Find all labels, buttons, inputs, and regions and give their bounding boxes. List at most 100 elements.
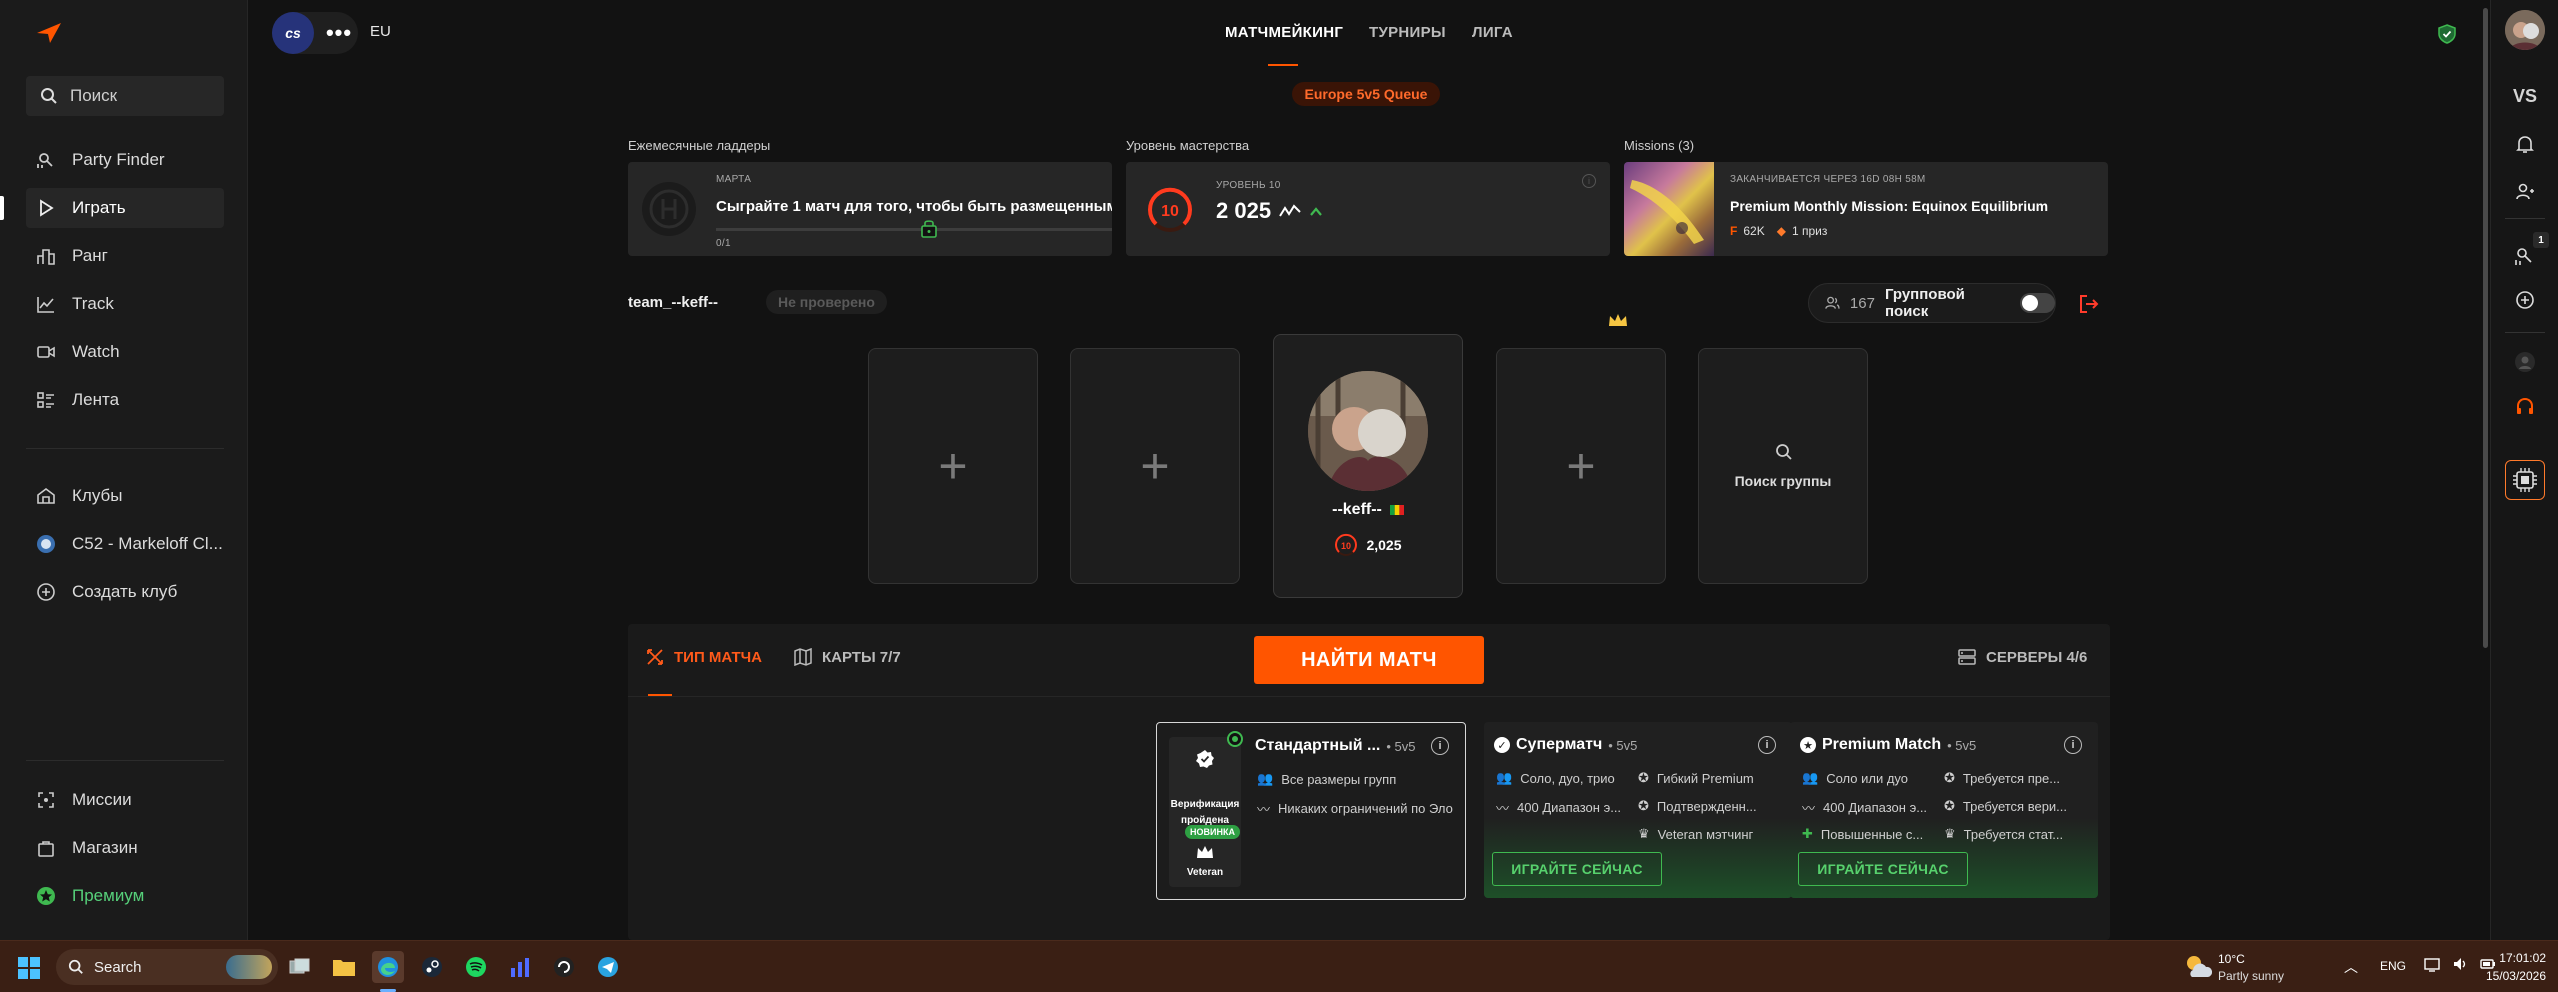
sidebar-item-missions[interactable]: Миссии xyxy=(26,780,224,820)
mode-feature: 〰 400 Диапазон э... xyxy=(1802,798,1927,817)
add-circle-icon[interactable] xyxy=(2491,280,2558,320)
file-explorer-icon[interactable] xyxy=(328,951,360,983)
servers-button[interactable]: СЕРВЕРЫ 4/6 xyxy=(1958,648,2087,666)
play-now-button[interactable]: ИГРАЙТЕ СЕЙЧАС xyxy=(1492,852,1662,886)
sidebar-item-premium[interactable]: Премиум xyxy=(26,876,224,916)
sidebar-item-clubs[interactable]: Клубы xyxy=(26,476,224,516)
sidebar-item-label: Клубы xyxy=(72,486,123,505)
steam-icon[interactable] xyxy=(416,951,448,983)
right-rail: VS 1 xyxy=(2490,0,2558,940)
tab-matchmaking[interactable]: МАТЧМЕЙКИНГ xyxy=(1225,24,1343,41)
track-icon xyxy=(36,294,56,314)
supermatch-icon: ✓ xyxy=(1494,737,1510,753)
mastery-card[interactable]: 10 УРОВЕНЬ 10 2 025 i xyxy=(1126,162,1610,256)
mission-image xyxy=(1624,162,1714,256)
party-slot-empty[interactable]: + xyxy=(1496,348,1666,584)
player-avatar[interactable] xyxy=(1308,371,1428,491)
party-slot-empty[interactable]: + xyxy=(868,348,1038,584)
game-selector[interactable]: cs ••• xyxy=(272,12,358,54)
svg-text:10: 10 xyxy=(1161,203,1179,220)
clock-time[interactable]: 17:01:02 xyxy=(2474,951,2546,965)
veteran-crown-icon xyxy=(1197,846,1213,858)
main-scrollbar[interactable] xyxy=(2483,8,2488,648)
users-icon xyxy=(1825,296,1840,309)
find-match-button[interactable]: НАЙТИ МАТЧ xyxy=(1254,636,1484,684)
player-name[interactable]: --keff-- xyxy=(1332,501,1382,519)
party-slot-player[interactable]: --keff-- 10 2,025 xyxy=(1273,334,1463,598)
info-icon[interactable]: i xyxy=(1758,736,1776,754)
sidebar-item-track[interactable]: Track xyxy=(26,284,224,324)
mode-feature: 〰 400 Диапазон э... xyxy=(1496,798,1621,817)
sidebar-item-label: C52 - Markeloff Cl... xyxy=(72,534,223,553)
telegram-icon[interactable] xyxy=(592,951,624,983)
sidebar-item-feed[interactable]: Лента xyxy=(26,380,224,420)
mode-card-premium-match[interactable]: ★ Premium Match • 5v5 i 👥 Соло или дуо ✪ Т… xyxy=(1790,722,2098,898)
feature-text: Требуется стат... xyxy=(1963,826,2064,842)
sidebar-item-watch[interactable]: Watch xyxy=(26,332,224,372)
weather-desc[interactable]: Partly sunny xyxy=(2218,969,2284,983)
play-now-button[interactable]: ИГРАЙТЕ СЕЙЧАС xyxy=(1798,852,1968,886)
edge-browser-icon[interactable] xyxy=(372,951,404,983)
mode-card-supermatch[interactable]: ✓ Суперматч • 5v5 i 👥 Соло, дуо, трио ✪ Ги… xyxy=(1484,722,1792,898)
party-slot-empty[interactable]: + xyxy=(1070,348,1240,584)
tab-tournaments[interactable]: ТУРНИРЫ xyxy=(1369,24,1446,41)
group-icon: 👥 xyxy=(1496,770,1513,785)
missions-card[interactable]: ЗАКАНЧИВАЕТСЯ ЧЕРЕЗ 16D 08H 58M Premium … xyxy=(1624,162,2108,256)
prize-tag-icon: ◆ xyxy=(1776,224,1786,238)
info-icon[interactable]: i xyxy=(2064,736,2082,754)
weather-temp[interactable]: 10°C xyxy=(2218,952,2245,966)
group-search-toggle[interactable]: 167 Групповой поиск xyxy=(1808,283,2056,323)
tab-match-type[interactable]: ТИП МАТЧА xyxy=(646,648,762,666)
user-avatar[interactable] xyxy=(2505,10,2545,50)
servers-label: СЕРВЕРЫ 4/6 xyxy=(1986,648,2088,666)
notifications-bell-icon[interactable] xyxy=(2491,124,2558,164)
info-icon[interactable]: i xyxy=(1582,174,1596,188)
clubs-icon xyxy=(36,486,56,506)
ladder-card[interactable]: МАРТА Сыграйте 1 матч для того, чтобы бы… xyxy=(628,162,1112,256)
group-search-switch[interactable] xyxy=(2019,293,2055,313)
sidebar-item-play[interactable]: Играть xyxy=(26,188,224,228)
group-count: 167 xyxy=(1849,294,1875,312)
language-indicator[interactable]: ENG xyxy=(2380,959,2406,973)
sidebar-item-label: Создать клуб xyxy=(72,582,178,601)
tab-maps[interactable]: КАРТЫ 7/7 xyxy=(794,648,901,666)
sidebar-search[interactable]: Поиск xyxy=(26,76,224,116)
versus-button[interactable]: VS xyxy=(2491,76,2558,116)
friend-avatar-icon[interactable] xyxy=(2491,342,2558,382)
sidebar-divider xyxy=(26,760,224,761)
mode-feature: ✪ Подтвержденн... xyxy=(1638,798,1757,814)
sidebar-item-create-club[interactable]: Создать клуб xyxy=(26,572,224,612)
anticheat-shield-icon[interactable] xyxy=(2437,24,2457,44)
sidebar-item-label: Watch xyxy=(72,342,120,361)
monitor-app-icon[interactable] xyxy=(504,951,536,983)
sidebar-item-shop[interactable]: Магазин xyxy=(26,828,224,868)
chevron-up-icon[interactable]: ︿ xyxy=(2344,957,2358,977)
mission-rewards: F 62K ◆ 1 приз xyxy=(1730,224,1827,238)
windows-start-icon[interactable] xyxy=(18,957,40,979)
team-name[interactable]: team_--keff-- xyxy=(628,294,718,311)
sidebar-item-rank[interactable]: Ранг xyxy=(26,236,224,276)
network-icon xyxy=(2424,958,2440,972)
task-view-icon[interactable] xyxy=(284,951,316,983)
search-group-slot[interactable]: Поиск группы xyxy=(1698,348,1868,584)
leave-party-icon[interactable] xyxy=(2078,293,2100,315)
anticheat-chip-icon[interactable] xyxy=(2505,460,2545,500)
spotify-icon[interactable] xyxy=(460,951,492,983)
sidebar-divider xyxy=(26,448,224,449)
mode-card-standard[interactable]: Верификация пройдена НОВИНКА Veteran Ста… xyxy=(1156,722,1466,900)
clock-date[interactable]: 15/03/2026 xyxy=(2474,969,2546,983)
sidebar-item-party-finder[interactable]: Party Finder xyxy=(26,140,224,180)
info-icon[interactable]: i xyxy=(1431,737,1449,755)
faceit-ac-app-icon[interactable] xyxy=(548,951,580,983)
friends-icon[interactable] xyxy=(2491,172,2558,212)
region-label[interactable]: EU xyxy=(370,23,391,40)
taskbar-search[interactable]: Search xyxy=(56,949,278,985)
mode-feature: ✪ Гибкий Premium xyxy=(1638,770,1754,786)
weather-partly-sunny-icon[interactable] xyxy=(2184,953,2212,979)
faceit-logo-icon[interactable] xyxy=(36,22,62,44)
headset-icon[interactable] xyxy=(2491,386,2558,426)
sidebar-item-club-c52[interactable]: C52 - Markeloff Cl... xyxy=(26,524,224,564)
more-options-icon[interactable]: ••• xyxy=(320,12,358,54)
tab-league[interactable]: ЛИГА xyxy=(1472,24,1513,41)
svg-text:10: 10 xyxy=(1341,541,1351,551)
